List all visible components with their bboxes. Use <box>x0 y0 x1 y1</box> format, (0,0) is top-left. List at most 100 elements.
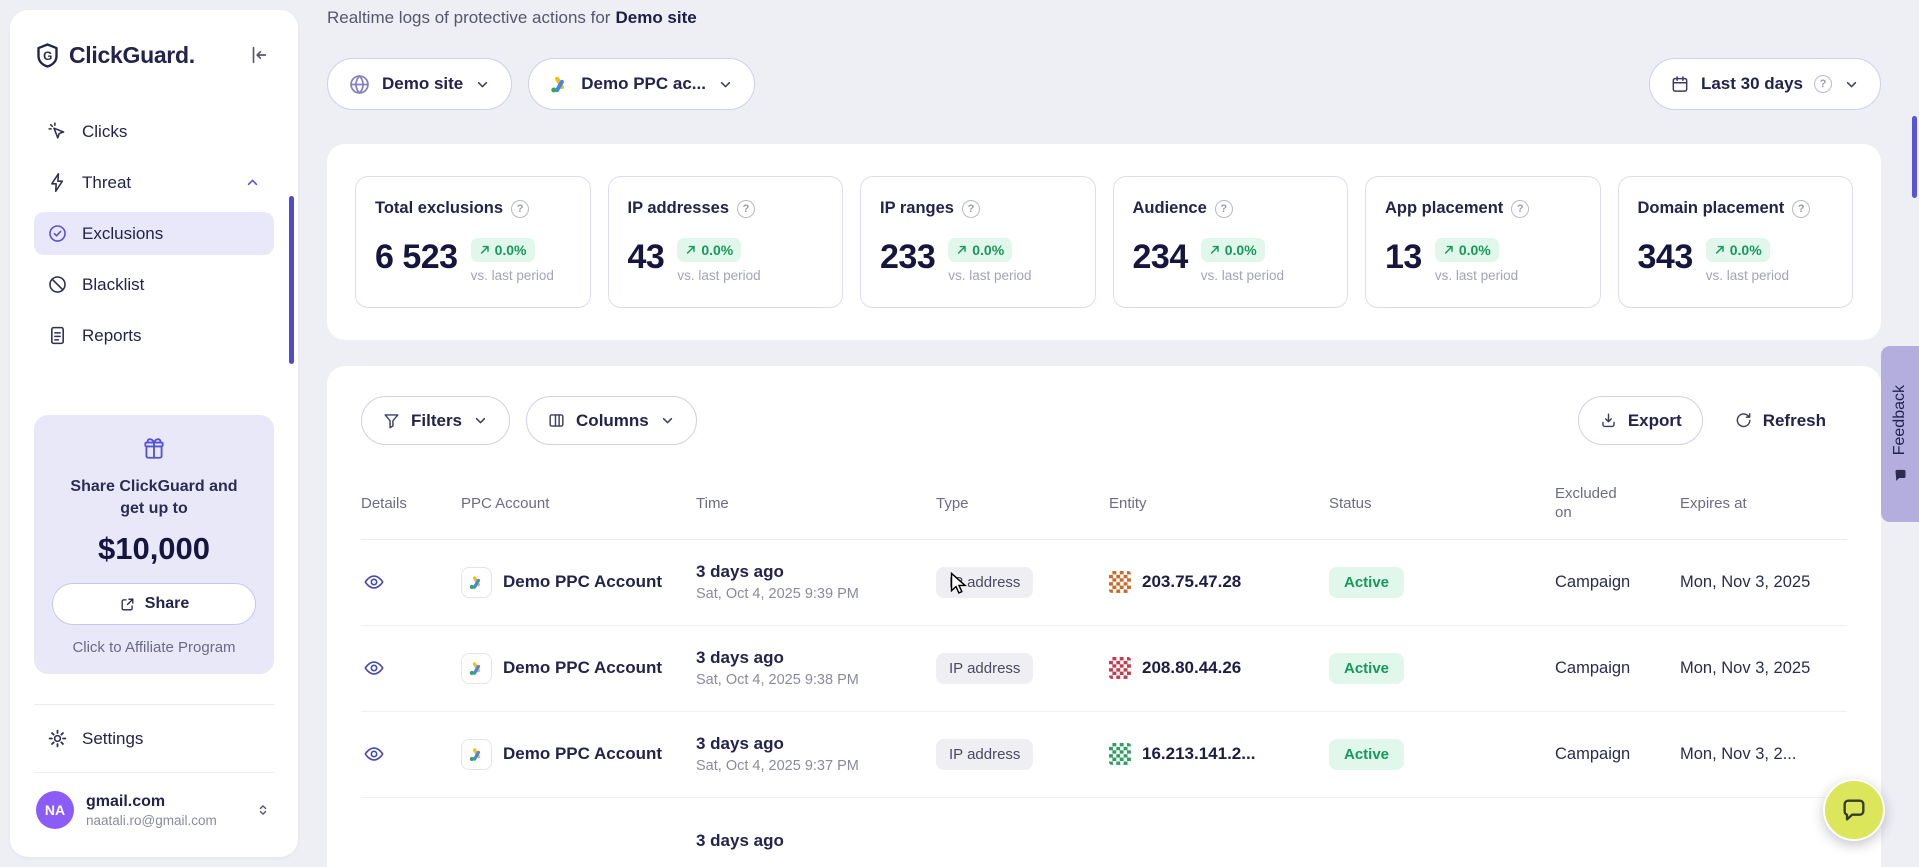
time-relative: 3 days ago <box>696 831 936 851</box>
column-header-type: Type <box>936 495 1109 512</box>
chat-bubble-icon <box>1840 796 1868 824</box>
stat-label: Total exclusions <box>375 199 503 218</box>
eye-icon <box>363 571 385 593</box>
expires-at-value: Mon, Nov 3, 2... <box>1680 745 1847 764</box>
date-range-dropdown[interactable]: Last 30 days <box>1649 58 1881 110</box>
help-icon[interactable] <box>1511 200 1529 218</box>
ban-icon <box>47 274 68 295</box>
trend-up-icon <box>1443 244 1455 256</box>
columns-icon <box>547 411 566 430</box>
trend-period-label: vs. last period <box>948 268 1031 283</box>
clickguard-logo-icon: G <box>34 42 61 69</box>
view-details-button[interactable] <box>361 655 387 681</box>
refresh-button[interactable]: Refresh <box>1713 396 1847 445</box>
stat-card-audience: Audience 234 0.0% vs. last period <box>1113 176 1349 308</box>
external-link-icon <box>119 596 136 613</box>
filters-button[interactable]: Filters <box>361 396 510 445</box>
promo-text: Share ClickGuard and get up to <box>52 476 256 519</box>
feedback-tab[interactable]: Feedback <box>1881 346 1919 522</box>
column-header-ppc-account: PPC Account <box>461 495 696 512</box>
chevron-down-icon <box>472 412 489 429</box>
trend-period-label: vs. last period <box>1201 268 1284 283</box>
subtitle-text: Realtime logs of protective actions for <box>327 8 610 27</box>
funnel-icon <box>382 411 401 430</box>
stat-value: 43 <box>628 238 665 277</box>
sidebar-item-label: Blacklist <box>82 275 144 295</box>
help-icon[interactable] <box>1814 75 1832 93</box>
status-badge: Active <box>1329 653 1404 684</box>
promo-amount: $10,000 <box>52 531 256 567</box>
entity-identicon <box>1109 657 1131 679</box>
stat-card-domain-placement: Domain placement 343 0.0% vs. last perio… <box>1618 176 1854 308</box>
share-button[interactable]: Share <box>52 583 256 625</box>
export-button[interactable]: Export <box>1578 396 1703 445</box>
trend-badge: 0.0% <box>1201 238 1265 262</box>
sidebar-item-settings[interactable]: Settings <box>34 717 274 760</box>
google-ads-icon <box>549 74 570 95</box>
view-details-button[interactable] <box>361 569 387 595</box>
chevron-up-icon <box>244 174 261 191</box>
sidebar-item-clicks[interactable]: Clicks <box>34 110 274 153</box>
trend-up-icon <box>685 244 697 256</box>
columns-button[interactable]: Columns <box>526 396 697 445</box>
sidebar-item-exclusions[interactable]: Exclusions <box>34 212 274 255</box>
download-icon <box>1599 411 1618 430</box>
table-row: Demo PPC Account 3 days agoSat, Oct 4, 2… <box>361 712 1847 798</box>
column-header-time: Time <box>696 495 936 512</box>
time-relative: 3 days ago <box>696 648 936 668</box>
avatar: NA <box>36 791 74 829</box>
sidebar-collapse-button[interactable] <box>244 40 274 70</box>
stat-value: 234 <box>1133 238 1188 277</box>
trend-period-label: vs. last period <box>471 268 554 283</box>
trend-up-icon <box>479 244 491 256</box>
type-badge: IP address <box>936 567 1033 598</box>
sidebar-item-blacklist[interactable]: Blacklist <box>34 263 274 306</box>
site-selector-dropdown[interactable]: Demo site <box>327 58 512 110</box>
affiliate-program-link[interactable]: Click to Affiliate Program <box>52 639 256 656</box>
selector-row: Demo site Demo PPC ac... Last 30 days <box>327 58 1881 110</box>
chevron-down-icon <box>717 76 734 93</box>
gear-icon <box>47 728 68 749</box>
help-icon[interactable] <box>1215 200 1233 218</box>
column-header-details: Details <box>361 495 461 512</box>
help-icon[interactable] <box>962 200 980 218</box>
chevron-down-icon <box>659 412 676 429</box>
stat-value: 233 <box>880 238 935 277</box>
stat-card-ip-addresses: IP addresses 43 0.0% vs. last period <box>608 176 844 308</box>
excluded-on-value: Campaign <box>1555 659 1680 678</box>
date-range-label: Last 30 days <box>1701 74 1803 94</box>
ppc-account-selector-dropdown[interactable]: Demo PPC ac... <box>528 58 755 110</box>
stat-label: IP addresses <box>628 199 730 218</box>
eye-icon <box>363 743 385 765</box>
help-icon[interactable] <box>737 200 755 218</box>
stat-label: IP ranges <box>880 199 954 218</box>
google-ads-icon <box>461 739 492 770</box>
user-menu[interactable]: NA gmail.com naatali.ro@gmail.com <box>34 785 274 835</box>
sidebar-item-label: Clicks <box>82 122 127 142</box>
excluded-on-value: Campaign <box>1555 573 1680 592</box>
stat-value: 13 <box>1385 238 1422 277</box>
page-scrollbar-thumb[interactable] <box>1912 116 1917 198</box>
help-icon[interactable] <box>511 200 529 218</box>
trend-badge: 0.0% <box>948 238 1012 262</box>
help-icon[interactable] <box>1792 200 1810 218</box>
chat-launcher-button[interactable] <box>1823 779 1885 841</box>
view-details-button[interactable] <box>361 741 387 767</box>
time-absolute: Sat, Oct 4, 2025 9:39 PM <box>696 586 936 602</box>
trend-up-icon <box>1209 244 1221 256</box>
google-ads-icon <box>461 567 492 598</box>
column-header-excluded-on: Excluded on <box>1555 485 1680 523</box>
gift-icon <box>52 435 256 466</box>
sidebar-nav: Clicks Threat Exclusions Blacklist <box>34 110 274 357</box>
time-absolute: Sat, Oct 4, 2025 9:37 PM <box>696 758 936 774</box>
affiliate-promo-card: Share ClickGuard and get up to $10,000 S… <box>34 415 274 674</box>
stat-card-ip-ranges: IP ranges 233 0.0% vs. last period <box>860 176 1096 308</box>
sidebar-scrollbar-thumb[interactable] <box>289 196 294 364</box>
filters-button-label: Filters <box>411 411 462 431</box>
trend-period-label: vs. last period <box>1435 268 1518 283</box>
type-badge: IP address <box>936 653 1033 684</box>
entity-value: 203.75.47.28 <box>1142 572 1241 592</box>
sidebar-item-reports[interactable]: Reports <box>34 314 274 357</box>
time-absolute: Sat, Oct 4, 2025 9:38 PM <box>696 672 936 688</box>
sidebar-item-threat[interactable]: Threat <box>34 161 274 204</box>
